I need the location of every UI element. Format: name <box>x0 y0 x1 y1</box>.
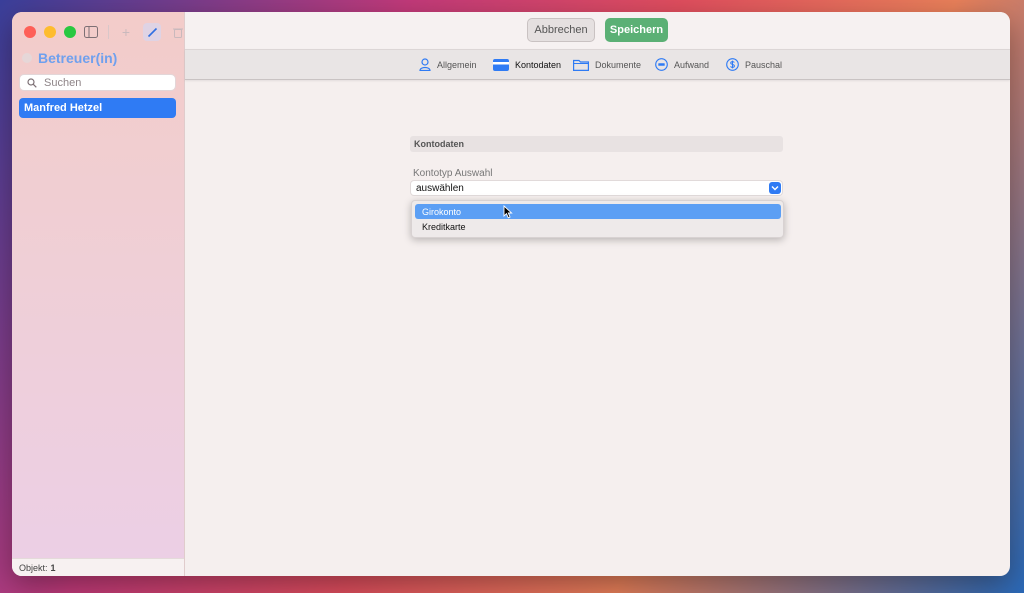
tab-bar: Allgemein Kontodaten Dokumente Aufwand P… <box>185 49 1010 80</box>
edit-pencil-icon[interactable] <box>143 23 161 41</box>
search-field[interactable] <box>19 74 176 91</box>
sidebar-title-label: Betreuer(in) <box>38 50 118 66</box>
chevron-down-icon[interactable] <box>769 182 781 194</box>
tab-pauschal[interactable]: Pauschal <box>726 50 782 79</box>
save-button[interactable]: Speichern <box>605 18 668 42</box>
option-kreditkarte[interactable]: Kreditkarte <box>415 219 781 234</box>
select-value: auswählen <box>416 182 464 194</box>
sidebar-title: Betreuer(in) <box>22 50 117 66</box>
tab-label: Allgemein <box>437 59 477 70</box>
minimize-window-button[interactable] <box>44 26 56 38</box>
section-header: Kontodaten <box>410 136 783 152</box>
app-window: + Betreuer(in) Manfred Hetzel Objekt: 1 … <box>12 12 1010 576</box>
toolbar-separator <box>108 25 109 39</box>
tab-allgemein[interactable]: Allgemein <box>419 50 477 79</box>
sidebar-toolbar: + <box>82 23 187 41</box>
add-icon[interactable]: + <box>117 23 135 41</box>
person-icon <box>419 58 431 71</box>
tab-dokumente[interactable]: Dokumente <box>573 50 641 79</box>
search-icon <box>27 77 37 88</box>
sidebar: + Betreuer(in) Manfred Hetzel Objekt: 1 <box>12 12 185 576</box>
close-window-button[interactable] <box>24 26 36 38</box>
sidebar-toggle-icon[interactable] <box>82 23 100 41</box>
credit-card-icon <box>493 58 509 71</box>
zoom-window-button[interactable] <box>64 26 76 38</box>
mouse-cursor-icon <box>503 205 513 219</box>
sidebar-footer: Objekt: 1 <box>12 558 184 576</box>
window-controls <box>24 26 76 38</box>
badge-icon <box>655 58 668 71</box>
list-item-label: Manfred Hetzel <box>24 102 103 114</box>
collapse-icon[interactable] <box>22 53 32 63</box>
dollar-circle-icon <box>726 58 739 71</box>
object-count-label: Objekt: <box>19 562 48 573</box>
folder-icon <box>573 59 589 71</box>
top-toolbar: Abbrechen Speichern <box>185 12 1010 49</box>
field-label: Kontotyp Auswahl <box>413 168 493 179</box>
tab-label: Pauschal <box>745 59 783 70</box>
list-item[interactable]: Manfred Hetzel <box>19 98 176 118</box>
tab-label: Kontodaten <box>515 59 562 70</box>
tab-label: Aufwand <box>674 59 710 70</box>
object-count-value: 1 <box>50 562 56 573</box>
search-input[interactable] <box>42 75 166 90</box>
account-type-select[interactable]: auswählen <box>411 181 782 195</box>
tab-aufwand[interactable]: Aufwand <box>655 50 709 79</box>
tab-kontodaten[interactable]: Kontodaten <box>493 50 561 79</box>
main-area: Abbrechen Speichern Allgemein Kontodaten… <box>185 12 1010 576</box>
dropdown-menu: Girokonto Kreditkarte <box>411 200 784 238</box>
cancel-button[interactable]: Abbrechen <box>527 18 595 42</box>
option-girokonto[interactable]: Girokonto <box>415 204 781 219</box>
tab-label: Dokumente <box>595 59 642 70</box>
